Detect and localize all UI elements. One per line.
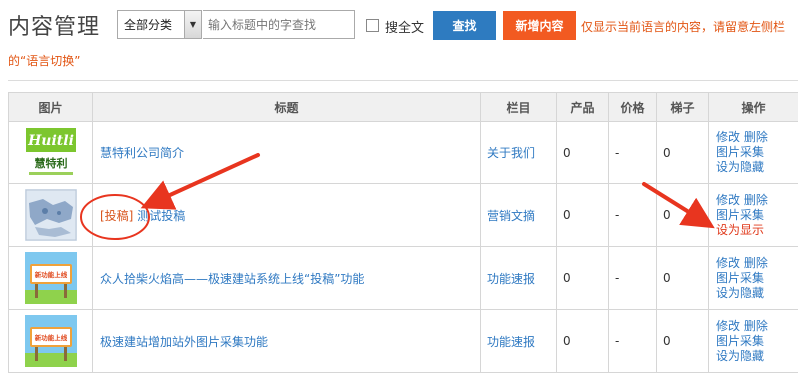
- table-header-row: 图片 标题 栏目 产品 价格 梯子 操作: [8, 92, 798, 122]
- header-image: 图片: [8, 92, 93, 122]
- header-column: 栏目: [480, 92, 557, 122]
- sign-text: 新功能上线: [34, 333, 67, 342]
- delete-link[interactable]: 删除: [744, 319, 768, 333]
- edit-link[interactable]: 修改: [716, 193, 740, 207]
- row-title-cell: 慧特利公司简介: [92, 121, 481, 184]
- row-actions: 修改 删除 图片采集 设为隐藏: [708, 309, 798, 373]
- row-product: 0: [556, 246, 609, 310]
- row-column-link[interactable]: 功能速报: [487, 335, 535, 349]
- row-column-cell: 功能速报: [480, 309, 557, 373]
- row-thumbnail-cell: 新功能上线: [8, 309, 93, 373]
- edit-link[interactable]: 修改: [716, 319, 740, 333]
- row-ladder: 0: [656, 309, 709, 373]
- row-title-link[interactable]: 慧特利公司简介: [100, 146, 184, 160]
- delete-link[interactable]: 删除: [744, 193, 768, 207]
- page-title: 内容管理: [8, 15, 101, 40]
- row-actions: 修改 删除 图片采集 设为隐藏: [708, 121, 798, 184]
- row-column-link[interactable]: 功能速报: [487, 272, 535, 286]
- row-title-link[interactable]: 极速建站增加站外图片采集功能: [100, 335, 268, 349]
- sign-text: 新功能上线: [34, 270, 67, 279]
- chevron-down-icon[interactable]: ▼: [184, 11, 201, 38]
- huitli-logo-thumbnail[interactable]: Huitli 慧特利: [24, 126, 77, 179]
- content-table: 图片 标题 栏目 产品 价格 梯子 操作 Huitli 慧特利 慧特利公司简介: [8, 92, 798, 373]
- divider: [8, 80, 798, 81]
- table-row: Huitli 慧特利 慧特利公司简介 关于我们 0 - 0 修改 删除 图片采集…: [8, 121, 798, 184]
- header-ladder: 梯子: [656, 92, 709, 122]
- visibility-toggle-link[interactable]: 设为隐藏: [716, 349, 764, 363]
- language-notice: 仅显示当前语言的内容，请留意左侧栏: [581, 20, 786, 34]
- sign-thumbnail[interactable]: 新功能上线: [24, 315, 77, 367]
- category-select-value: 全部分类: [124, 18, 173, 32]
- image-collect-link[interactable]: 图片采集: [716, 334, 764, 348]
- search-input[interactable]: [203, 10, 355, 39]
- row-title-cell: 众人拾柴火焰高——极速建站系统上线“投稿”功能: [92, 246, 481, 310]
- language-notice-continued: 的“语言切换”: [8, 54, 81, 68]
- delete-link[interactable]: 删除: [744, 256, 768, 270]
- row-column-cell: 关于我们: [480, 121, 557, 184]
- row-actions: 修改 删除 图片采集 设为隐藏: [708, 246, 798, 310]
- row-product: 0: [556, 121, 609, 184]
- row-title-cell: [投稿] 测试投稿: [92, 183, 481, 247]
- row-thumbnail-cell: Huitli 慧特利: [8, 121, 93, 184]
- row-title-cell: 极速建站增加站外图片采集功能: [92, 309, 481, 373]
- row-ladder: 0: [656, 183, 709, 247]
- header-title: 标题: [92, 92, 481, 122]
- svg-text:Huitli: Huitli: [27, 133, 74, 149]
- add-content-button[interactable]: 新增内容: [503, 11, 576, 40]
- row-title-link[interactable]: 众人拾柴火焰高——极速建站系统上线“投稿”功能: [100, 272, 364, 286]
- search-button[interactable]: 查找: [433, 11, 496, 40]
- category-select[interactable]: 全部分类 ▼: [117, 10, 202, 39]
- row-product: 0: [556, 183, 609, 247]
- fulltext-checkbox[interactable]: [366, 19, 379, 32]
- header-price: 价格: [608, 92, 657, 122]
- top-bar: 内容管理 全部分类 ▼ 搜全文 查找 新增内容 仅显示当前语言的内容，请留意左侧…: [0, 0, 798, 50]
- image-collect-link[interactable]: 图片采集: [716, 271, 764, 285]
- delete-link[interactable]: 删除: [744, 130, 768, 144]
- row-title-link[interactable]: 测试投稿: [137, 209, 185, 223]
- visibility-toggle-link[interactable]: 设为显示: [716, 223, 764, 237]
- row-price: -: [608, 183, 657, 247]
- blue-map-thumbnail[interactable]: [24, 189, 77, 241]
- edit-link[interactable]: 修改: [716, 256, 740, 270]
- row-ladder: 0: [656, 246, 709, 310]
- table-row: 新功能上线 极速建站增加站外图片采集功能 功能速报 0 - 0 修改 删除 图片…: [8, 309, 798, 373]
- visibility-toggle-link[interactable]: 设为隐藏: [716, 160, 764, 174]
- header-actions: 操作: [708, 92, 798, 122]
- image-collect-link[interactable]: 图片采集: [716, 208, 764, 222]
- sign-thumbnail[interactable]: 新功能上线: [24, 252, 77, 304]
- row-column-cell: 营销文摘: [480, 183, 557, 247]
- logo-text: 慧特利: [34, 156, 67, 170]
- row-thumbnail-cell: [8, 183, 93, 247]
- table-row: 新功能上线 众人拾柴火焰高——极速建站系统上线“投稿”功能 功能速报 0 - 0…: [8, 246, 798, 310]
- visibility-toggle-link[interactable]: 设为隐藏: [716, 286, 764, 300]
- row-column-link[interactable]: 关于我们: [487, 146, 535, 160]
- row-column-cell: 功能速报: [480, 246, 557, 310]
- submission-tag: [投稿]: [100, 208, 134, 223]
- row-column-link[interactable]: 营销文摘: [487, 209, 535, 223]
- row-thumbnail-cell: 新功能上线: [8, 246, 93, 310]
- table-row: [投稿] 测试投稿 营销文摘 0 - 0 修改 删除 图片采集 设为显示: [8, 183, 798, 247]
- fulltext-label: 搜全文: [385, 21, 425, 36]
- row-product: 0: [556, 309, 609, 373]
- row-ladder: 0: [656, 121, 709, 184]
- edit-link[interactable]: 修改: [716, 130, 740, 144]
- row-price: -: [608, 121, 657, 184]
- header-product: 产品: [556, 92, 609, 122]
- image-collect-link[interactable]: 图片采集: [716, 145, 764, 159]
- row-price: -: [608, 309, 657, 373]
- row-price: -: [608, 246, 657, 310]
- row-actions: 修改 删除 图片采集 设为显示: [708, 183, 798, 247]
